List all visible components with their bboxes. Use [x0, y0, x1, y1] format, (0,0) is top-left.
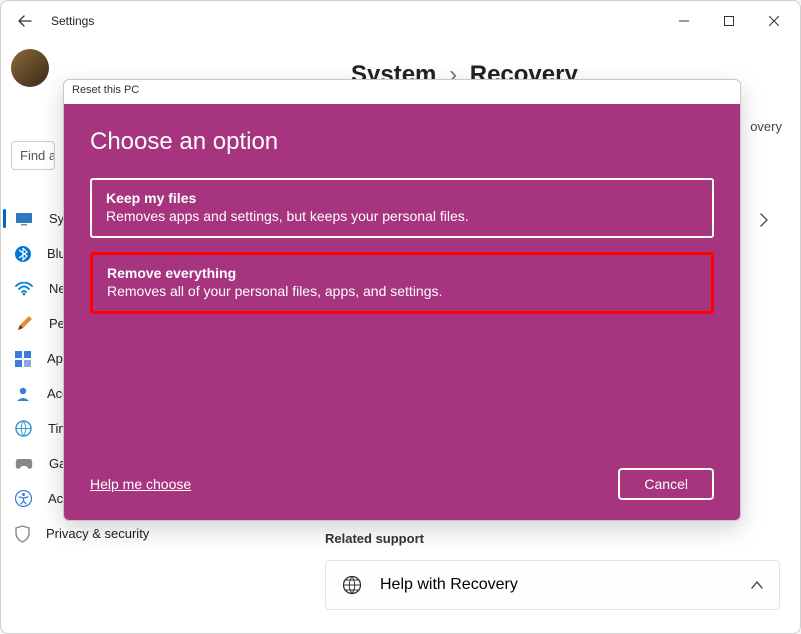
dialog-footer: Help me choose Cancel	[90, 468, 714, 500]
sidebar-item-accounts[interactable]: Accounts	[1, 376, 57, 411]
help-with-recovery[interactable]: Help with Recovery	[325, 560, 780, 610]
sidebar: Find a setting System Bluetooth & device…	[1, 41, 57, 633]
related-support: Related support Help with Recovery	[325, 531, 780, 610]
help-me-choose-link[interactable]: Help me choose	[90, 476, 191, 492]
sidebar-item-bluetooth[interactable]: Bluetooth & devices	[1, 236, 57, 271]
clipped-text: overy	[750, 119, 782, 134]
back-button[interactable]	[9, 5, 41, 37]
dialog-body: Choose an option Keep my files Removes a…	[64, 104, 740, 520]
chevron-right-icon[interactable]	[760, 213, 768, 227]
apps-icon	[15, 350, 31, 368]
option-title: Keep my files	[106, 190, 698, 206]
chevron-up-icon	[751, 581, 763, 589]
sidebar-item-privacy[interactable]: Privacy & security	[1, 516, 57, 551]
reset-pc-dialog: Reset this PC Choose an option Keep my f…	[63, 79, 741, 521]
option-desc: Removes apps and settings, but keeps you…	[106, 208, 698, 224]
bluetooth-icon	[15, 245, 31, 263]
nav-list: System Bluetooth & devices Network & int…	[1, 201, 57, 551]
gamepad-icon	[15, 455, 33, 473]
settings-window: Settings Find a setting System	[0, 0, 801, 634]
globe-clock-icon	[15, 420, 32, 438]
person-icon	[15, 385, 31, 403]
sidebar-item-time[interactable]: Time & language	[1, 411, 57, 446]
app-title: Settings	[51, 14, 94, 28]
system-icon	[15, 210, 33, 228]
sidebar-item-system[interactable]: System	[1, 201, 57, 236]
sidebar-item-apps[interactable]: Apps	[1, 341, 57, 376]
dialog-title: Reset this PC	[64, 80, 740, 104]
search-input[interactable]: Find a setting	[11, 141, 55, 170]
wifi-icon	[15, 280, 33, 298]
minimize-button[interactable]	[661, 3, 706, 39]
shield-icon	[15, 525, 30, 543]
back-arrow-icon	[17, 13, 33, 29]
titlebar: Settings	[1, 1, 800, 41]
option-desc: Removes all of your personal files, apps…	[107, 283, 697, 299]
option-title: Remove everything	[107, 265, 697, 281]
sidebar-item-personalization[interactable]: Personalization	[1, 306, 57, 341]
maximize-button[interactable]	[706, 3, 751, 39]
option-remove-everything[interactable]: Remove everything Removes all of your pe…	[90, 252, 714, 314]
avatar[interactable]	[11, 49, 49, 87]
help-label: Help with Recovery	[380, 576, 518, 594]
related-heading: Related support	[325, 531, 780, 546]
option-keep-my-files[interactable]: Keep my files Removes apps and settings,…	[90, 178, 714, 238]
brush-icon	[15, 315, 33, 333]
globe-icon	[342, 575, 362, 595]
sidebar-item-gaming[interactable]: Gaming	[1, 446, 57, 481]
close-button[interactable]	[751, 3, 796, 39]
window-controls	[661, 3, 796, 39]
cancel-button[interactable]: Cancel	[618, 468, 714, 500]
sidebar-item-network[interactable]: Network & internet	[1, 271, 57, 306]
dialog-heading: Choose an option	[90, 128, 714, 156]
sidebar-item-accessibility[interactable]: Accessibility	[1, 481, 57, 516]
accessibility-icon	[15, 490, 32, 508]
sidebar-item-label: Privacy & security	[46, 526, 149, 541]
